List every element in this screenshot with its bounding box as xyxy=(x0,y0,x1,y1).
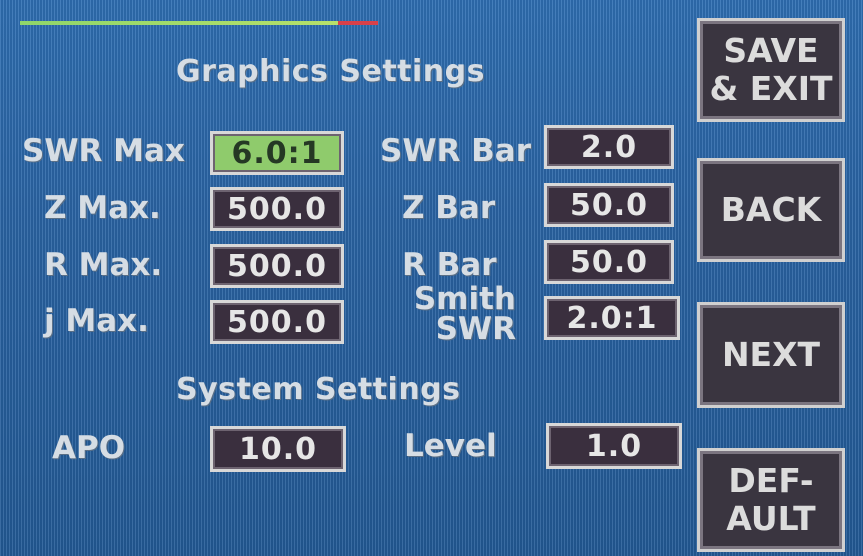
back-button[interactable]: BACK xyxy=(697,158,845,262)
smith-swr-label-line2: SWR xyxy=(435,311,516,347)
level-field[interactable]: 1.0 xyxy=(546,423,682,469)
r-bar-label: R Bar xyxy=(402,247,497,283)
swr-bar-field[interactable]: 2.0 xyxy=(544,125,674,169)
apo-field[interactable]: 10.0 xyxy=(210,426,346,472)
z-max-field[interactable]: 500.0 xyxy=(210,187,344,231)
swr-max-field[interactable]: 6.0:1 xyxy=(210,131,344,175)
smith-swr-label-line1: Smith xyxy=(413,281,516,317)
smith-swr-label: Smith SWR xyxy=(400,281,516,347)
settings-screen: Graphics Settings SWR Max 6.0:1 Z Max. 5… xyxy=(0,0,863,556)
r-max-label: R Max. xyxy=(44,247,163,283)
swr-max-label: SWR Max xyxy=(22,133,185,169)
system-settings-title: System Settings xyxy=(176,372,461,407)
status-bar xyxy=(20,21,378,25)
r-bar-field[interactable]: 50.0 xyxy=(544,240,674,284)
r-max-field[interactable]: 500.0 xyxy=(210,244,344,288)
j-max-field[interactable]: 500.0 xyxy=(210,300,344,344)
level-label: Level xyxy=(404,428,497,464)
z-bar-label: Z Bar xyxy=(402,190,496,226)
graphics-settings-title: Graphics Settings xyxy=(176,54,485,89)
smith-swr-field[interactable]: 2.0:1 xyxy=(544,296,680,340)
next-button[interactable]: NEXT xyxy=(697,302,845,408)
apo-label: APO xyxy=(52,430,126,466)
swr-bar-label: SWR Bar xyxy=(380,133,532,169)
z-max-label: Z Max. xyxy=(44,190,161,226)
status-bar-alert-segment xyxy=(338,21,378,25)
default-button[interactable]: DEF- AULT xyxy=(697,448,845,552)
status-bar-good-segment xyxy=(20,21,338,25)
j-max-label: j Max. xyxy=(44,303,149,339)
z-bar-field[interactable]: 50.0 xyxy=(544,183,674,227)
save-exit-button[interactable]: SAVE & EXIT xyxy=(697,18,845,122)
